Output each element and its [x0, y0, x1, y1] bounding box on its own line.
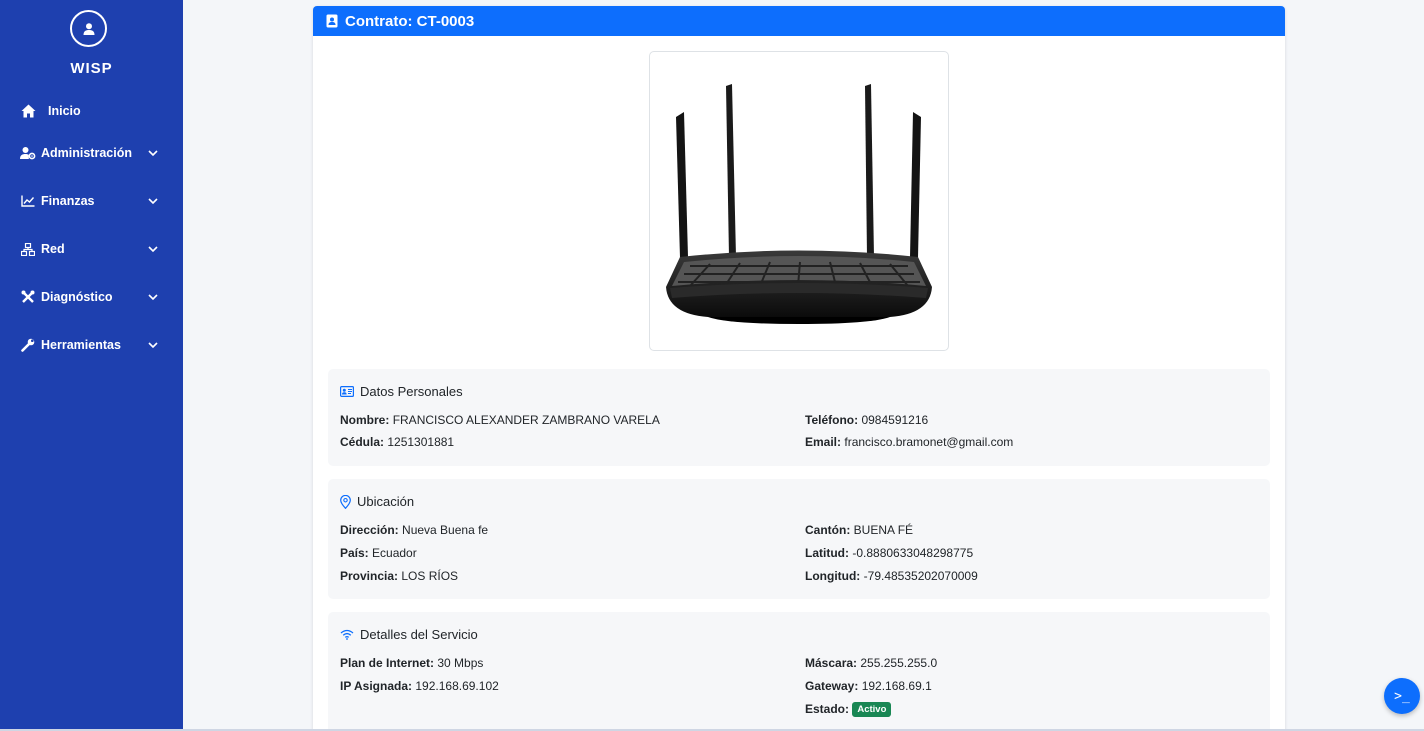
network-icon	[20, 241, 36, 257]
terminal-icon: >_	[1394, 688, 1410, 704]
field-value: 192.168.69.1	[861, 679, 932, 693]
field-plan: Plan de Internet: 30 Mbps	[340, 656, 483, 670]
field-label: Teléfono:	[805, 413, 859, 427]
section-title-text: Detalles del Servicio	[360, 627, 478, 642]
sidebar-item-label: Finanzas	[41, 194, 95, 208]
field-estado: Estado: Activo	[805, 702, 892, 717]
wifi-icon	[340, 629, 354, 640]
field-value: 30 Mbps	[437, 656, 484, 670]
field-label: IP Asignada:	[340, 679, 413, 693]
sidebar-item-herramientas[interactable]: Herramientas	[0, 327, 183, 363]
field-value: 0984591216	[861, 413, 929, 427]
section-title: Datos Personales	[340, 384, 463, 399]
sidebar-item-finanzas[interactable]: Finanzas	[0, 183, 183, 219]
field-value: -0.8880633048298775	[852, 546, 974, 560]
sidebar-item-label: Diagnóstico	[41, 290, 113, 304]
field-ip: IP Asignada: 192.168.69.102	[340, 679, 499, 693]
field-label: Longitud:	[805, 569, 861, 583]
router-image	[649, 51, 949, 351]
field-telefono: Teléfono: 0984591216	[805, 413, 928, 427]
section-title-text: Datos Personales	[360, 384, 463, 399]
contract-card: Contrato: CT-0003 Datos Personales Nombr…	[313, 6, 1285, 731]
field-value: 192.168.69.102	[415, 679, 499, 693]
contract-title: Contrato: CT-0003	[345, 12, 475, 30]
sidebar: WISP Inicio Administración Finanzas Red …	[0, 0, 183, 731]
user-cog-icon	[20, 145, 36, 161]
field-value: BUENA FÉ	[853, 523, 914, 537]
sidebar-item-inicio[interactable]: Inicio	[0, 93, 183, 129]
chevron-down-icon	[148, 246, 158, 253]
brand-title: WISP	[70, 60, 113, 77]
field-label: Provincia:	[340, 569, 399, 583]
section-title: Ubicación	[340, 494, 414, 509]
sidebar-item-red[interactable]: Red	[0, 231, 183, 267]
field-value: 255.255.255.0	[860, 656, 938, 670]
field-value: 1251301881	[387, 435, 455, 449]
section-title: Detalles del Servicio	[340, 627, 478, 642]
sidebar-item-label: Herramientas	[41, 338, 121, 352]
field-email: Email: francisco.bramonet@gmail.com	[805, 435, 1013, 449]
terminal-button[interactable]: >_	[1384, 678, 1420, 714]
field-value: Nueva Buena fe	[402, 523, 489, 537]
sidebar-item-label: Red	[41, 242, 65, 256]
field-gateway: Gateway: 192.168.69.1	[805, 679, 932, 693]
field-label: Latitud:	[805, 546, 849, 560]
chevron-down-icon	[148, 294, 158, 301]
chevron-down-icon	[148, 150, 158, 157]
field-value: FRANCISCO ALEXANDER ZAMBRANO VARELA	[392, 413, 660, 427]
field-value: Ecuador	[372, 546, 417, 560]
wrench-icon	[20, 337, 36, 353]
field-value: francisco.bramonet@gmail.com	[844, 435, 1014, 449]
field-label: Máscara:	[805, 656, 858, 670]
location-section: Ubicación Dirección: Nueva Buena fe País…	[328, 479, 1270, 599]
chart-line-icon	[20, 193, 36, 209]
field-cedula: Cédula: 1251301881	[340, 435, 454, 449]
map-pin-icon	[340, 494, 351, 509]
chevron-down-icon	[148, 342, 158, 349]
user-avatar-icon[interactable]	[70, 10, 107, 47]
field-label: Plan de Internet:	[340, 656, 435, 670]
sidebar-item-administracion[interactable]: Administración	[0, 135, 183, 171]
field-provincia: Provincia: LOS RÍOS	[340, 569, 458, 583]
card-header: Contrato: CT-0003	[313, 6, 1285, 36]
field-direccion: Dirección: Nueva Buena fe	[340, 523, 488, 537]
sidebar-item-label: Inicio	[48, 104, 81, 118]
status-badge: Activo	[852, 702, 892, 717]
service-details-section: Detalles del Servicio Plan de Internet: …	[328, 612, 1270, 731]
section-title-text: Ubicación	[357, 494, 415, 509]
field-longitud: Longitud: -79.48535202070009	[805, 569, 978, 583]
personal-data-section: Datos Personales Nombre: FRANCISCO ALEXA…	[328, 369, 1270, 466]
field-mascara: Máscara: 255.255.255.0	[805, 656, 937, 670]
sidebar-item-diagnostico[interactable]: Diagnóstico	[0, 279, 183, 315]
contact-card-icon	[326, 14, 338, 28]
field-pais: País: Ecuador	[340, 546, 417, 560]
field-value: -79.48535202070009	[863, 569, 978, 583]
sidebar-item-label: Administración	[41, 146, 132, 160]
field-label: Nombre:	[340, 413, 390, 427]
field-nombre: Nombre: FRANCISCO ALEXANDER ZAMBRANO VAR…	[340, 413, 660, 427]
field-label: País:	[340, 546, 369, 560]
field-canton: Cantón: BUENA FÉ	[805, 523, 913, 537]
field-label: Cédula:	[340, 435, 385, 449]
field-latitud: Latitud: -0.8880633048298775	[805, 546, 973, 560]
field-label: Email:	[805, 435, 842, 449]
id-card-icon	[340, 386, 354, 397]
field-value: LOS RÍOS	[401, 569, 459, 583]
chevron-down-icon	[148, 198, 158, 205]
field-label: Gateway:	[805, 679, 859, 693]
tools-icon	[20, 289, 36, 305]
field-label: Estado:	[805, 702, 850, 716]
home-icon	[20, 103, 36, 119]
field-label: Cantón:	[805, 523, 851, 537]
field-label: Dirección:	[340, 523, 399, 537]
